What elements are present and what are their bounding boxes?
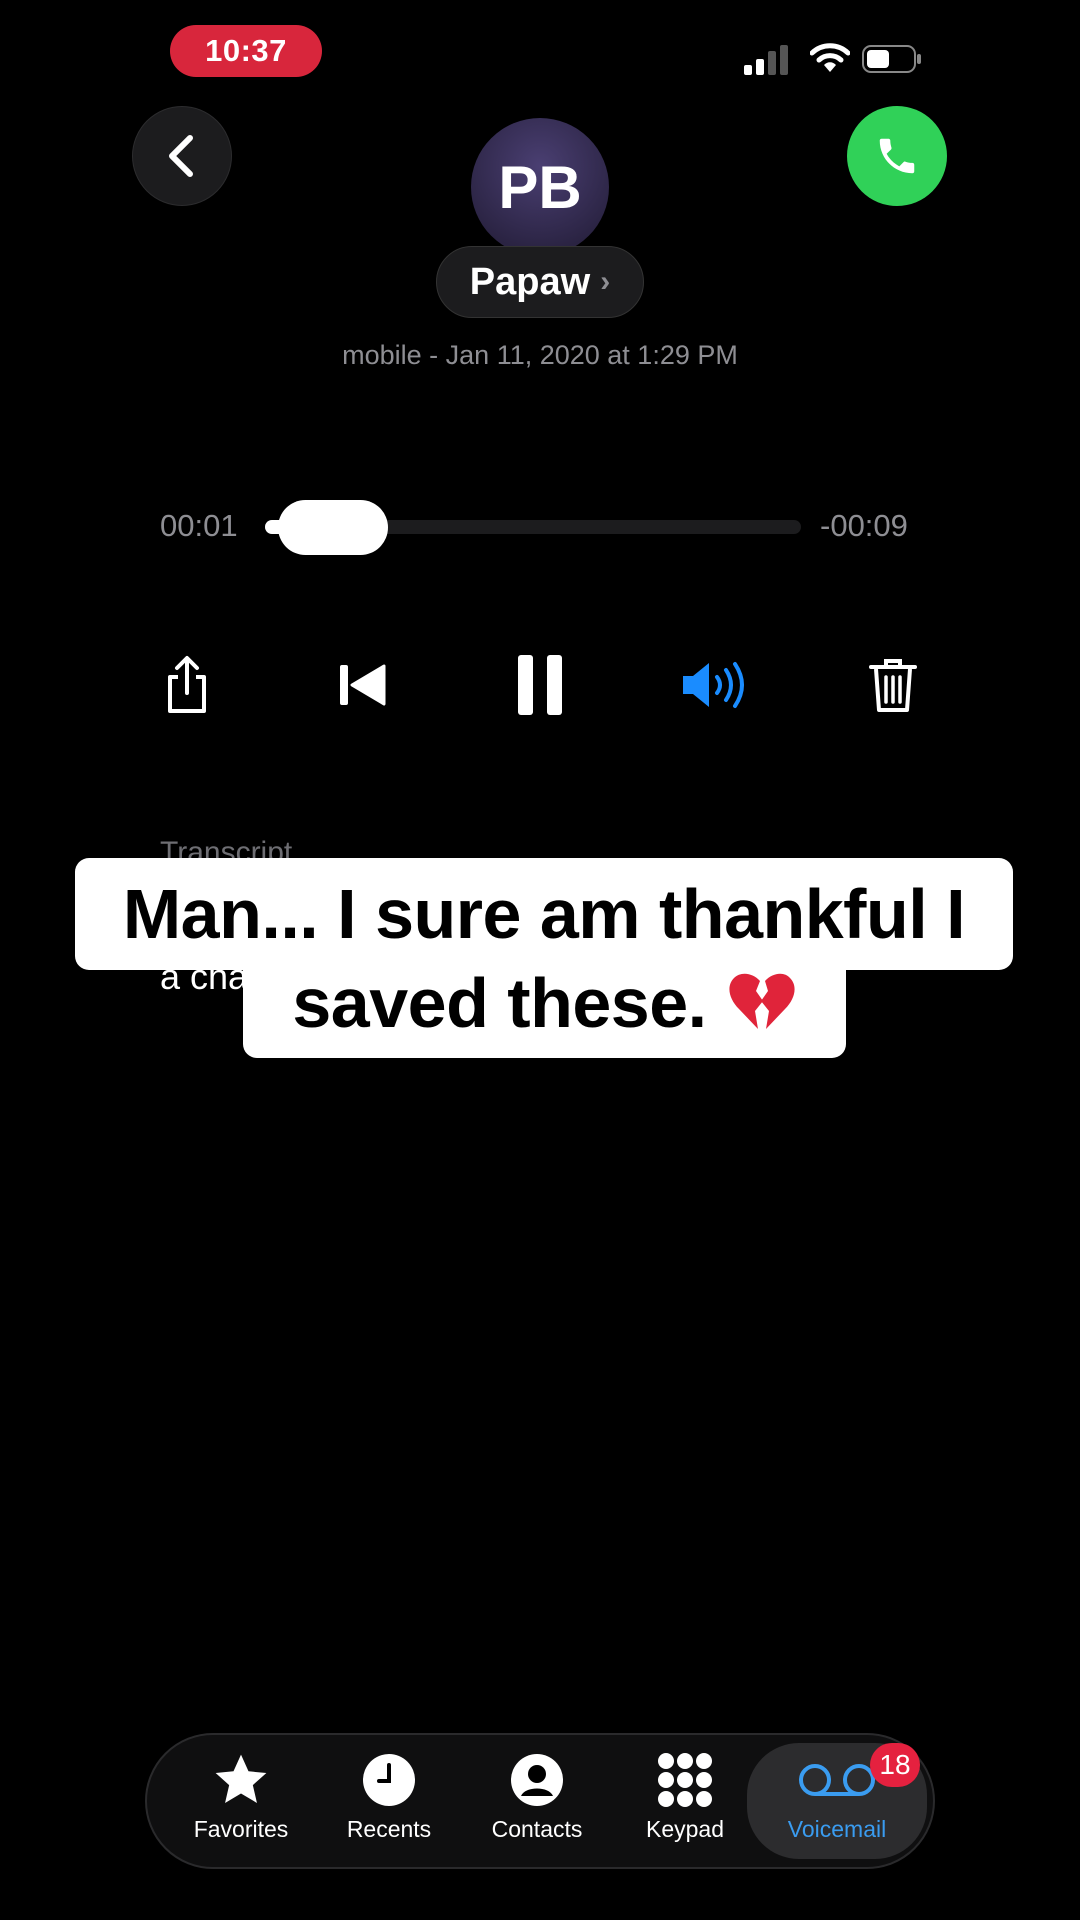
contact-name-button[interactable]: Papaw › xyxy=(436,246,644,318)
tab-recents-label: Recents xyxy=(346,1816,432,1842)
tab-contacts[interactable]: Contacts xyxy=(467,1752,607,1852)
skip-back-icon xyxy=(340,664,386,706)
speaker-button[interactable] xyxy=(681,650,751,720)
wifi-icon xyxy=(809,42,851,74)
scrubber-handle[interactable] xyxy=(277,500,388,555)
voicemail-badge-count: 18 xyxy=(879,1749,911,1780)
caption-text-2: saved these. xyxy=(292,963,707,1042)
clock-icon xyxy=(359,1752,419,1808)
person-circle-icon xyxy=(507,1752,567,1808)
chevron-right-icon: › xyxy=(600,265,611,298)
pause-button[interactable] xyxy=(505,650,575,720)
tab-recents[interactable]: Recents xyxy=(319,1752,459,1852)
avatar-initials: PB xyxy=(498,153,582,221)
broken-heart-icon xyxy=(727,971,797,1035)
contact-name: Papaw xyxy=(469,260,591,303)
share-button[interactable] xyxy=(152,650,222,720)
trash-icon xyxy=(869,659,917,712)
contact-avatar[interactable]: PB xyxy=(471,118,609,256)
battery-icon xyxy=(862,44,922,74)
skip-back-button[interactable] xyxy=(328,650,398,720)
voicemail-badge: 18 xyxy=(870,1743,920,1787)
cellular-signal-icon xyxy=(744,45,790,75)
back-button[interactable] xyxy=(132,106,232,206)
tab-contacts-label: Contacts xyxy=(491,1816,583,1842)
caption-line-2: saved these. xyxy=(243,947,846,1058)
phone-icon xyxy=(879,138,915,174)
call-button[interactable] xyxy=(847,106,947,206)
star-icon xyxy=(211,1752,271,1808)
elapsed-time: 00:01 xyxy=(160,508,238,543)
keypad-icon xyxy=(655,1752,715,1808)
pause-icon xyxy=(518,655,562,715)
chevron-left-icon xyxy=(169,135,193,177)
voicemail-meta: mobile - Jan 11, 2020 at 1:29 PM xyxy=(342,340,738,370)
tab-keypad[interactable]: Keypad xyxy=(615,1752,755,1852)
tab-favorites-label: Favorites xyxy=(193,1816,289,1842)
voicemail-icon xyxy=(797,1752,877,1808)
tab-voicemail-label: Voicemail xyxy=(787,1816,887,1842)
speaker-icon xyxy=(683,662,744,708)
status-time[interactable]: 10:37 xyxy=(170,25,322,77)
tab-favorites[interactable]: Favorites xyxy=(171,1752,311,1852)
remaining-time: -00:09 xyxy=(820,508,908,543)
share-icon xyxy=(168,656,206,713)
status-time-label: 10:37 xyxy=(205,33,287,68)
delete-button[interactable] xyxy=(858,650,928,720)
caption-text-1: Man... I sure am thankful I xyxy=(122,875,966,953)
tab-keypad-label: Keypad xyxy=(645,1816,724,1842)
